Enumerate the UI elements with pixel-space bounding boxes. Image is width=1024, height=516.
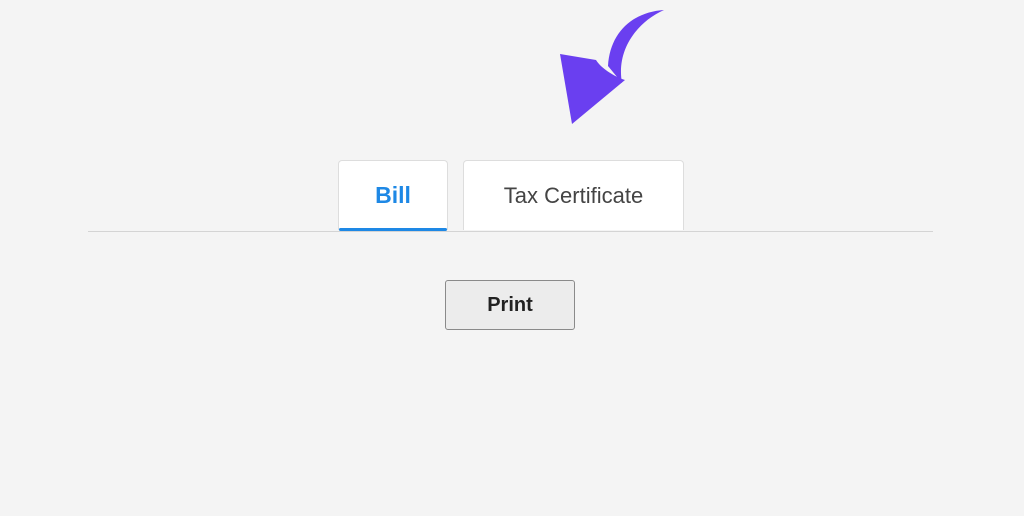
tab-bill-label: Bill: [375, 182, 411, 208]
tab-tax-certificate-label: Tax Certificate: [503, 182, 644, 208]
print-button[interactable]: Print: [445, 280, 575, 330]
tab-bill[interactable]: Bill: [338, 160, 448, 231]
tabs-divider: [88, 231, 933, 232]
curved-arrow-icon: [560, 10, 664, 124]
tab-tax-certificate[interactable]: Tax Certificate: [463, 160, 684, 230]
page: Bill Tax Certificate Print: [0, 0, 1024, 516]
